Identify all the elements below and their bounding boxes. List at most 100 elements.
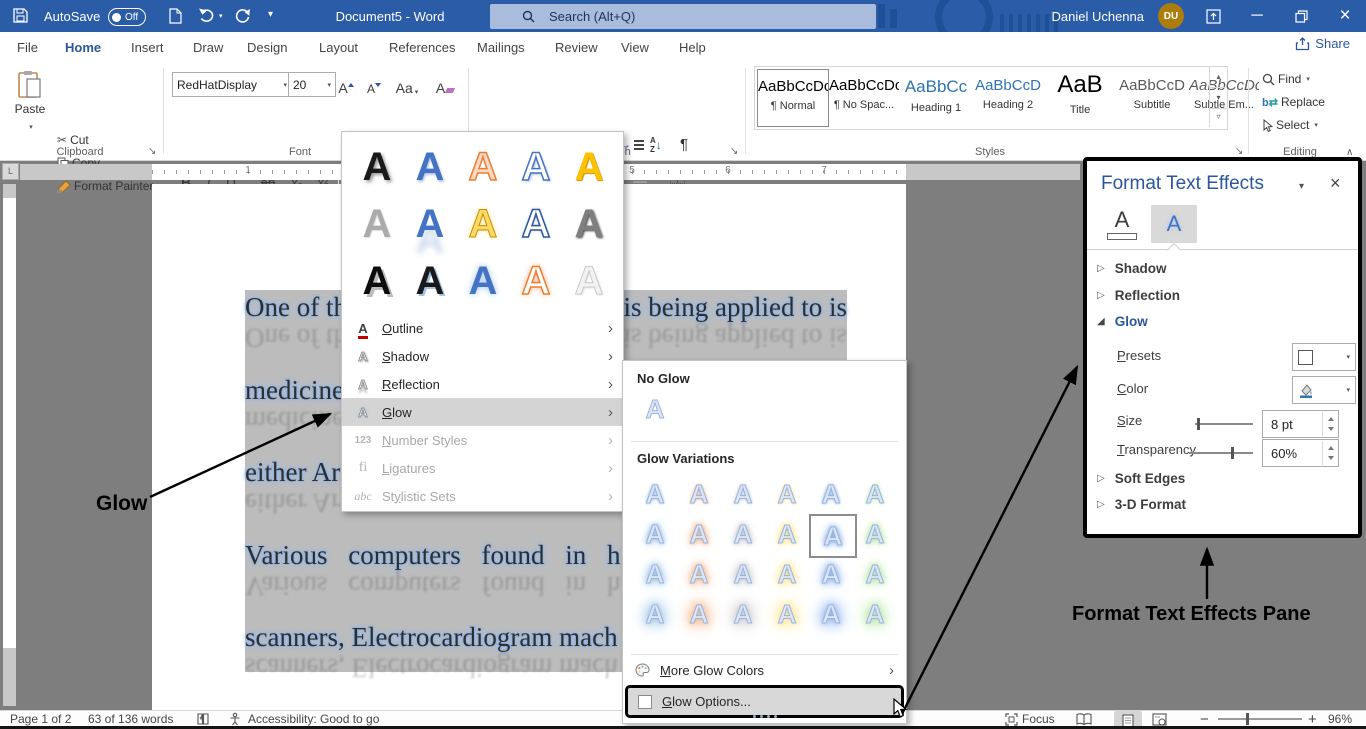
glow-variation-r3c1[interactable]: A [633,554,677,594]
avatar[interactable]: DU [1158,3,1184,29]
tab-mailings[interactable]: Mailings [474,32,528,62]
text-effect-preset-5[interactable]: A [564,140,614,194]
pane-menu-icon[interactable]: ▾ [1299,181,1304,192]
menu-item-glow[interactable]: A Glow › [342,398,623,426]
tab-text-fill-outline[interactable]: A [1099,205,1145,243]
glow-variation-r3c6[interactable]: A [853,554,897,594]
size-value-box[interactable]: 8 pt [1262,410,1339,438]
glow-options-item[interactable]: Glow Options... [625,685,904,718]
share-button[interactable]: Share [1295,36,1350,51]
minimize-button[interactable]: ─ [1242,0,1272,32]
paste-dropdown-icon[interactable]: ▾ [29,124,33,131]
glow-variation-r1c2[interactable]: A [677,474,721,514]
glow-variation-r2c3[interactable]: A [721,514,765,554]
glow-color-dropdown[interactable]: ▾ [1292,376,1356,404]
style-heading2[interactable]: AaBbCcDHeading 2 [973,69,1043,125]
ribbon-display-options-icon[interactable] [1198,0,1228,32]
text-effect-preset-14[interactable]: A [511,254,561,308]
styles-dialog-launcher-icon[interactable]: ↘ [1235,147,1243,157]
glow-variation-r1c3[interactable]: A [721,474,765,514]
tab-view[interactable]: View [618,32,652,62]
styles-gallery-scrollbar[interactable]: ▴ ▾ ▿ [1209,67,1227,127]
grow-font-button[interactable]: A [334,72,358,98]
text-effect-preset-15[interactable]: A [564,254,614,308]
menu-item-reflection[interactable]: A Reflection › [342,370,623,398]
tab-file[interactable]: File [14,32,41,62]
glow-variation-r1c4[interactable]: A [765,474,809,514]
zoom-slider-thumb[interactable] [1246,713,1249,725]
glow-variation-r1c6[interactable]: A [853,474,897,514]
close-button[interactable]: × [1330,0,1360,32]
font-size-combo[interactable]: 20▾ [288,72,336,97]
pane-close-icon[interactable]: × [1330,173,1341,194]
section-shadow[interactable]: ▷Shadow [1097,261,1166,276]
text-effect-preset-7[interactable]: A [405,197,455,251]
save-icon[interactable] [12,7,29,24]
redo-button[interactable] [234,8,250,23]
section-3d-format[interactable]: ▷3-D Format [1097,497,1186,512]
tab-review[interactable]: Review [552,32,601,62]
change-case-button[interactable]: Aa▾ [392,72,422,98]
tab-design[interactable]: Design [244,32,290,62]
zoom-slider[interactable] [1218,711,1302,727]
select-button[interactable]: Select▾ [1262,118,1318,132]
section-soft-edges[interactable]: ▷Soft Edges [1097,471,1185,486]
ruler-origin-box[interactable]: L [2,163,19,180]
glow-variation-r4c5[interactable]: A [809,594,853,634]
transparency-value-box[interactable]: 60% [1262,439,1339,467]
glow-variation-r3c4[interactable]: A [765,554,809,594]
text-effect-preset-3[interactable]: A [458,140,508,194]
glow-variation-r4c3[interactable]: A [721,594,765,634]
glow-variation-r1c1[interactable]: A [633,474,677,514]
text-effect-preset-8[interactable]: A [458,197,508,251]
glow-variation-r2c2[interactable]: A [677,514,721,554]
page-indicator[interactable]: Page 1 of 2 [10,711,71,727]
search-bar[interactable]: Search (Alt+Q) [490,4,876,29]
zoom-level[interactable]: 96% [1328,711,1352,727]
zoom-out-button[interactable]: − [1200,711,1209,727]
format-painter-button[interactable]: Format Painter [57,179,153,193]
styles-scroll-up-icon[interactable]: ▴ [1210,67,1227,88]
style-heading1[interactable]: AaBbCcHeading 1 [901,69,971,125]
user-name[interactable]: Daniel Uchenna [1051,9,1144,24]
section-glow[interactable]: ◢Glow [1097,314,1148,329]
style-no-spacing[interactable]: AaBbCcDc¶ No Spac... [829,69,899,125]
text-effect-preset-4[interactable]: A [511,140,561,194]
glow-variation-r2c5-selected[interactable]: A [809,514,857,558]
style-title[interactable]: AaBTitle [1045,69,1115,125]
customize-toolbar-icon[interactable]: ▾ [268,9,273,20]
new-document-icon[interactable] [168,8,182,24]
glow-variation-r4c4[interactable]: A [765,594,809,634]
size-slider-thumb[interactable] [1197,418,1200,430]
glow-variation-r2c4[interactable]: A [765,514,809,554]
clear-formatting-button[interactable]: A [432,72,458,98]
transparency-slider-thumb[interactable] [1231,447,1234,459]
text-effect-preset-2[interactable]: A [405,140,455,194]
web-layout-button[interactable] [1152,711,1167,727]
tab-draw[interactable]: Draw [190,32,226,62]
glow-variation-r3c5[interactable]: A [809,554,853,594]
menu-item-stylistic-sets[interactable]: abc Stylistic Sets › [342,482,623,510]
font-name-combo[interactable]: RedHatDisplay▾ [172,72,292,97]
text-effect-preset-1[interactable]: A [352,140,402,194]
menu-resize-handle[interactable] [623,715,906,718]
undo-button[interactable]: ▾ [198,8,223,23]
menu-item-number-styles[interactable]: 123 Number Styles › [342,426,623,454]
tab-insert[interactable]: Insert [128,32,167,62]
text-effect-preset-9[interactable]: A [511,197,561,251]
tab-text-effects[interactable]: A [1151,205,1197,243]
paragraph-dialog-launcher-icon[interactable]: ↘ [730,147,738,157]
tab-help[interactable]: Help [676,32,709,62]
size-spinner[interactable] [1322,412,1338,436]
glow-variation-r3c3[interactable]: A [721,554,765,594]
tab-references[interactable]: References [386,32,458,62]
proofing-icon[interactable] [196,711,210,727]
menu-item-outline[interactable]: A Outline › [342,314,623,342]
transparency-spinner[interactable] [1322,441,1338,465]
cut-button[interactable]: ✂Cut [57,133,89,147]
style-subtitle[interactable]: AaBbCcDSubtitle [1117,69,1187,125]
glow-variation-r2c6[interactable]: A [853,514,897,554]
glow-variation-r2c1[interactable]: A [633,514,677,554]
accessibility-icon[interactable] [228,711,242,727]
zoom-in-button[interactable]: + [1308,711,1317,727]
